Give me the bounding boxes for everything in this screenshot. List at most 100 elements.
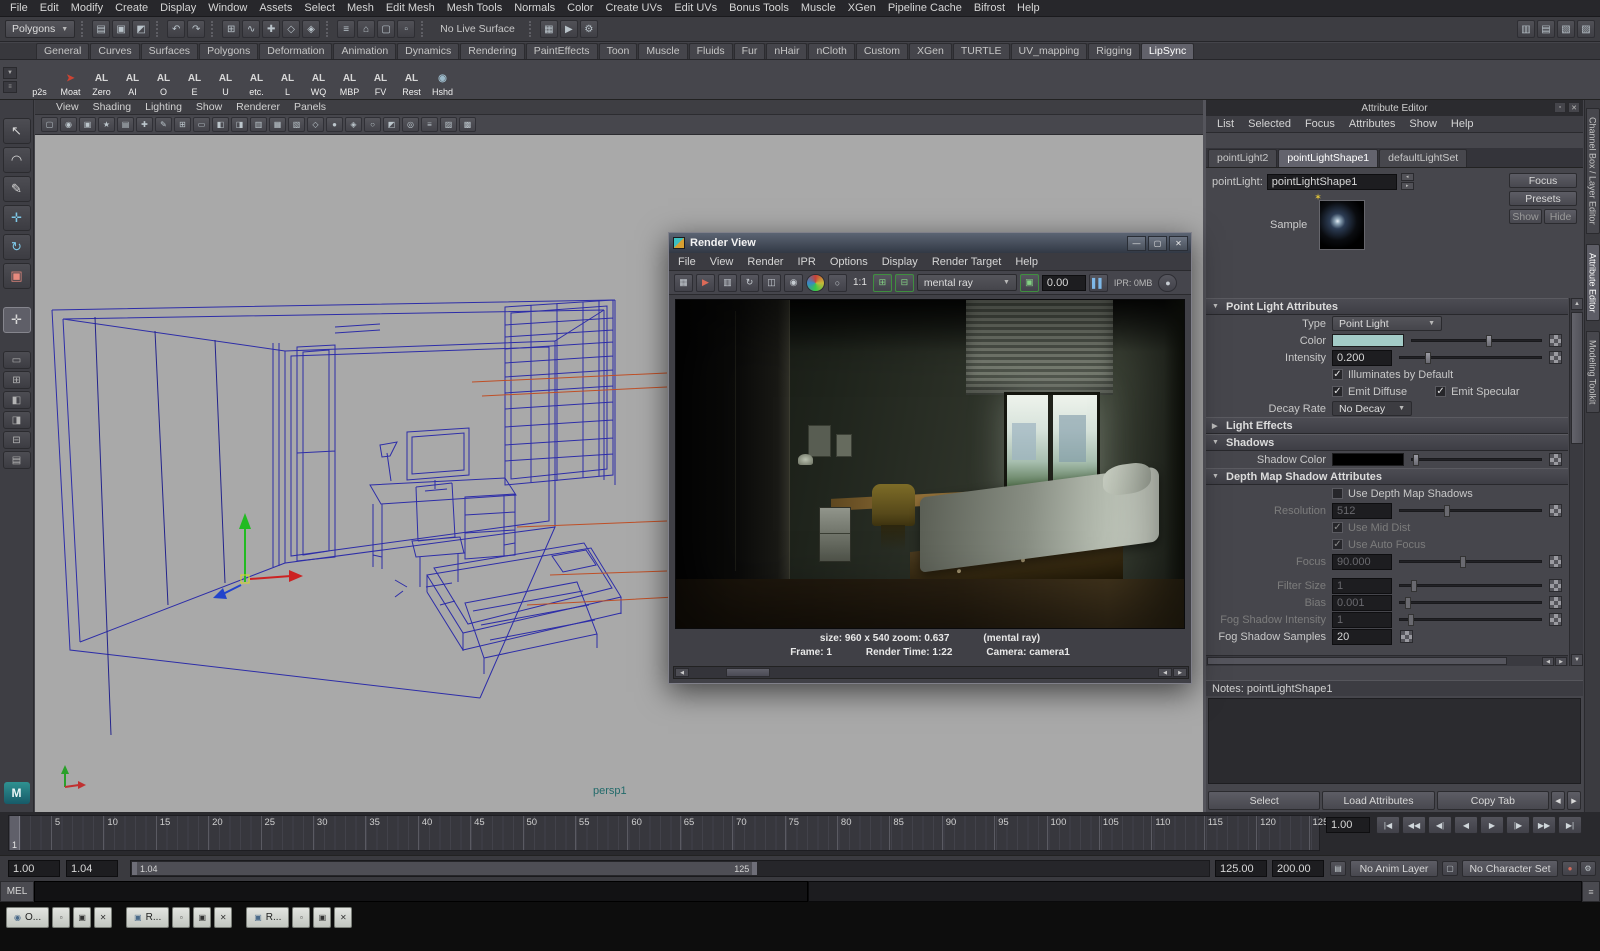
intensity-slider[interactable] xyxy=(1399,352,1542,364)
section-depth-map-shadows[interactable]: ▼ Depth Map Shadow Attributes xyxy=(1206,468,1568,485)
sidebar-vertical-tab[interactable]: Attribute Editor xyxy=(1585,243,1600,322)
play-backwards-button[interactable]: ◀ xyxy=(1454,816,1478,834)
alpha-channel-button[interactable]: ○ xyxy=(828,273,847,292)
script-editor-icon[interactable]: ≡ xyxy=(1582,881,1600,902)
menu-item[interactable]: Assets xyxy=(253,0,298,17)
shelf-item[interactable]: AL WQ xyxy=(303,60,334,99)
shelf-tab[interactable]: Rendering xyxy=(460,43,525,59)
render-settings-icon[interactable]: ⚙ xyxy=(579,20,598,38)
window-maximize-button[interactable]: ▣ xyxy=(193,907,212,928)
motion-blur-icon[interactable]: ≡ xyxy=(421,117,438,132)
select-object-icon[interactable]: ▢ xyxy=(377,20,396,38)
menu-item[interactable]: XGen xyxy=(842,0,882,17)
window-close-button[interactable]: ✕ xyxy=(334,907,353,928)
taskbar-window-button[interactable]: ◉ O... xyxy=(6,907,50,928)
maximize-button[interactable]: ▢ xyxy=(1148,235,1167,251)
hide-button[interactable]: Hide xyxy=(1544,209,1577,224)
shelf-item[interactable]: AL O xyxy=(148,60,179,99)
rendered-image[interactable] xyxy=(675,299,1185,629)
emit-diffuse-checkbox[interactable] xyxy=(1332,386,1343,397)
field-chart-icon[interactable]: ▥ xyxy=(250,117,267,132)
render-view-menu-item[interactable]: View xyxy=(703,256,741,268)
exposure-field[interactable]: 0.00 xyxy=(1041,274,1086,291)
sidebar-tool-settings-icon[interactable]: ▧ xyxy=(1557,20,1575,38)
node-tab[interactable]: pointLightShape1 xyxy=(1278,149,1379,167)
light-color-swatch[interactable] xyxy=(1332,334,1404,347)
viewport-menu-item[interactable]: Lighting xyxy=(138,100,189,115)
window-restore-button[interactable]: ▫ xyxy=(52,907,71,928)
step-back-key-button[interactable]: ◀◀ xyxy=(1402,816,1426,834)
shelf-menu-icon[interactable]: ≡ xyxy=(3,80,17,93)
rgb-channels-button[interactable]: ● xyxy=(806,273,825,292)
hscroll-thumb[interactable] xyxy=(726,668,770,677)
shelf-tab[interactable]: Curves xyxy=(90,43,140,59)
shelf-tab[interactable]: Muscle xyxy=(638,43,688,59)
menu-item[interactable]: Muscle xyxy=(795,0,842,17)
window-restore-button[interactable]: ▫ xyxy=(172,907,191,928)
layout-single-pane[interactable]: ▭ xyxy=(2,351,31,369)
toolbar-grip[interactable] xyxy=(326,21,331,37)
shelf-tab[interactable]: nCloth xyxy=(808,43,855,59)
play-forward-button[interactable]: ▶ xyxy=(1480,816,1504,834)
taskbar-window-button[interactable]: ▣ R... xyxy=(126,907,170,928)
tab-scroll-right-button[interactable]: ▶ xyxy=(1566,791,1581,810)
command-input[interactable] xyxy=(34,881,808,902)
command-language-toggle[interactable]: MEL xyxy=(0,881,34,902)
shelf-item[interactable]: AL Zero xyxy=(86,60,117,99)
menu-item[interactable]: Select xyxy=(298,0,341,17)
ae-menu-item[interactable]: Show xyxy=(1402,118,1444,130)
render-view-menu-item[interactable]: Display xyxy=(875,256,925,268)
shelf-item[interactable]: AL U xyxy=(210,60,241,99)
ae-menu-item[interactable]: Focus xyxy=(1298,118,1342,130)
shelf-tab[interactable]: PaintEffects xyxy=(525,43,598,59)
ae-menu-item[interactable]: Help xyxy=(1444,118,1481,130)
shelf-item[interactable]: AL E xyxy=(179,60,210,99)
playback-end-field[interactable]: 125.00 xyxy=(1215,860,1267,877)
bookmarks-icon[interactable]: ★ xyxy=(98,117,115,132)
shelf-item[interactable]: AL MBP xyxy=(334,60,365,99)
safe-action-icon[interactable]: ▦ xyxy=(269,117,286,132)
open-scene-icon[interactable]: ▣ xyxy=(112,20,131,38)
scale-tool[interactable]: ▣ xyxy=(2,263,31,289)
sidebar-attribute-editor-icon[interactable]: ▤ xyxy=(1537,20,1555,38)
intensity-field[interactable]: 0.200 xyxy=(1332,349,1392,366)
playback-range[interactable]: 1.04 125 xyxy=(132,862,758,875)
gate-mask-icon[interactable]: ◨ xyxy=(231,117,248,132)
section-light-effects[interactable]: ▶ Light Effects xyxy=(1206,417,1568,434)
menu-item[interactable]: Mesh Tools xyxy=(441,0,508,17)
window-maximize-button[interactable]: ▣ xyxy=(73,907,92,928)
viewport-menu-item[interactable]: Renderer xyxy=(229,100,287,115)
show-button[interactable]: Show xyxy=(1509,209,1542,224)
menu-item[interactable]: Create UVs xyxy=(599,0,668,17)
viewport-menu-item[interactable]: Shading xyxy=(86,100,139,115)
hscroll-thumb[interactable] xyxy=(1207,657,1507,665)
lock-camera-icon[interactable]: ◉ xyxy=(60,117,77,132)
render-view-menu-item[interactable]: Render xyxy=(740,256,790,268)
film-gate-icon[interactable]: ▭ xyxy=(193,117,210,132)
menu-item[interactable]: Normals xyxy=(508,0,561,17)
scroll-left-icon[interactable]: ◀ xyxy=(1158,668,1172,677)
paint-select-tool[interactable]: ✎ xyxy=(2,176,31,202)
tab-scroll-left-button[interactable]: ◀ xyxy=(1550,791,1565,810)
taskbar-window-button[interactable]: ▣ R... xyxy=(246,907,290,928)
select-component-icon[interactable]: ▫ xyxy=(397,20,416,38)
snap-to-plane-icon[interactable]: ◇ xyxy=(282,20,301,38)
window-close-button[interactable]: ✕ xyxy=(214,907,233,928)
select-camera-icon[interactable]: ▢ xyxy=(41,117,58,132)
shelf-tab[interactable]: Animation xyxy=(333,43,397,59)
move-tool[interactable]: ✛ xyxy=(2,205,31,231)
menu-item[interactable]: Bonus Tools xyxy=(723,0,795,17)
node-focus-icon[interactable]: ◂ xyxy=(1400,173,1414,181)
character-set-button[interactable]: No Character Set xyxy=(1462,860,1558,877)
current-time-field[interactable]: 1.00 xyxy=(1326,817,1370,833)
fog-samples-field[interactable]: 20 xyxy=(1332,628,1392,645)
snapshot-button[interactable]: ◉ xyxy=(784,273,803,292)
go-to-end-button[interactable]: ▶| xyxy=(1558,816,1582,834)
snap-to-curve-icon[interactable]: ∿ xyxy=(242,20,261,38)
shaded-mode-icon[interactable]: ● xyxy=(326,117,343,132)
ipr-render-icon[interactable]: ▶ xyxy=(559,20,578,38)
node-list-icon[interactable]: ▸ xyxy=(1400,182,1414,190)
character-set-icon[interactable]: ▢ xyxy=(1442,861,1458,876)
remove-image-button[interactable]: ⊟ xyxy=(894,273,914,292)
color-map-button[interactable] xyxy=(1549,334,1562,347)
